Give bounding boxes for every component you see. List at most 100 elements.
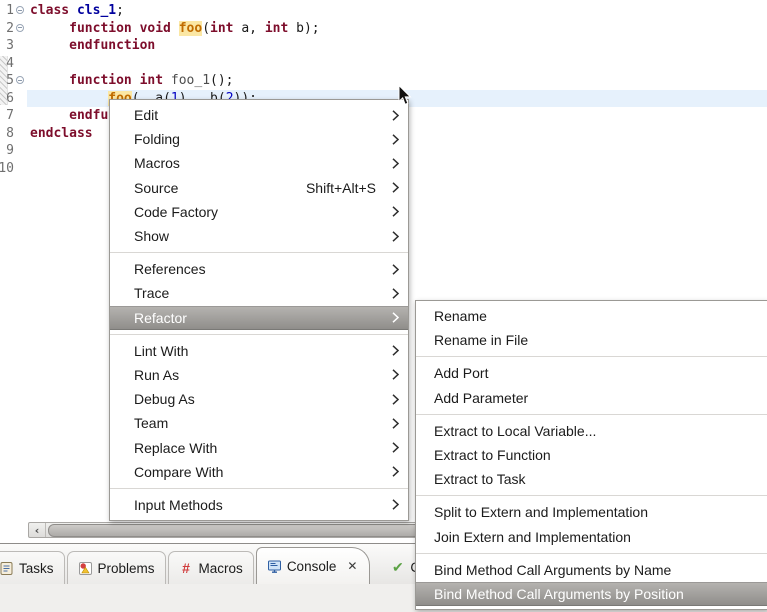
menu-item-folding[interactable]: Folding xyxy=(110,127,408,151)
fold-marker-icon[interactable] xyxy=(16,6,24,14)
ide-window: 1 2 3 4 5 6 7 8 9 10 class cls_1; function void f… xyxy=(0,0,767,612)
gutter-row: 1 xyxy=(0,2,27,20)
menu-item-source[interactable]: Source Shift+Alt+S xyxy=(110,176,408,200)
code-line[interactable]: function void foo(int a, int b); xyxy=(30,20,767,38)
code-token: b); xyxy=(288,20,320,36)
menu-item-extract-to-function[interactable]: Extract to Function xyxy=(416,443,767,467)
menu-item-code-factory[interactable]: Code Factory xyxy=(110,200,408,224)
menu-separator xyxy=(416,495,767,497)
code-token: a, xyxy=(233,20,265,36)
menu-separator xyxy=(416,552,767,554)
menu-item-lint-with[interactable]: Lint With xyxy=(110,339,408,363)
menu-item-bind-method-call-arguments-by-position[interactable]: Bind Method Call Arguments by Position xyxy=(416,581,767,607)
menu-item-bind-method-call-arguments-by-name[interactable]: Bind Method Call Arguments by Name xyxy=(416,558,767,582)
menu-item-edit[interactable]: Edit xyxy=(110,103,408,127)
close-icon[interactable]: ✕ xyxy=(347,560,357,572)
menu-item-label: Add Port xyxy=(434,365,489,382)
gutter-row: 4 xyxy=(0,55,27,73)
menu-separator xyxy=(110,487,408,489)
submenu-arrow-icon xyxy=(392,182,399,193)
menu-item-compare-with[interactable]: Compare With xyxy=(110,460,408,484)
code-line[interactable]: class cls_1; xyxy=(30,2,767,20)
menu-item-label: Extract to Local Variable... xyxy=(434,422,597,439)
menu-item-team[interactable]: Team xyxy=(110,411,408,435)
tab-problems[interactable]: Problems xyxy=(66,551,166,584)
mouse-cursor-icon xyxy=(398,84,412,111)
code-token: foo xyxy=(178,20,203,36)
tab-label: Macros xyxy=(198,560,243,576)
code-token: function int xyxy=(69,73,171,88)
submenu-arrow-icon xyxy=(392,442,399,453)
menu-item-trace[interactable]: Trace xyxy=(110,281,408,305)
line-number: 5 xyxy=(6,73,14,88)
code-line[interactable] xyxy=(30,55,767,73)
menu-item-label: Bind Method Call Arguments by Name xyxy=(434,561,672,578)
code-token: ; xyxy=(116,3,124,18)
menu-item-extract-to-task[interactable]: Extract to Task xyxy=(416,467,767,491)
menu-item-label: Bind Method Call Arguments by Position xyxy=(434,585,684,602)
menu-item-input-methods[interactable]: Input Methods xyxy=(110,493,408,517)
code-token: foo_1 xyxy=(170,73,211,88)
submenu-arrow-icon xyxy=(392,263,399,275)
line-number: 1 xyxy=(6,3,14,18)
line-number: 8 xyxy=(6,125,14,141)
line-number: 10 xyxy=(0,160,14,176)
tab-console[interactable]: Console ✕ xyxy=(255,547,371,584)
submenu-arrow-icon xyxy=(392,393,399,405)
scroll-left-button[interactable]: ‹ xyxy=(29,523,46,537)
menu-item-label: Show xyxy=(134,228,170,245)
menu-item-label: References xyxy=(134,261,206,278)
menu-item-label: Source xyxy=(134,179,179,196)
submenu-arrow-icon xyxy=(392,109,399,121)
gutter-row: 3 xyxy=(0,37,27,55)
fold-marker-icon[interactable] xyxy=(16,76,24,84)
menu-item-macros[interactable]: Macros xyxy=(110,151,408,175)
code-line[interactable]: endfunction xyxy=(30,37,767,55)
code-token: (); xyxy=(210,73,234,88)
menu-item-join-extern-and-implementation[interactable]: Join Extern and Implementation xyxy=(416,525,767,549)
menu-item-label: Input Methods xyxy=(134,496,223,513)
gutter: 1 2 3 4 5 6 7 8 9 10 xyxy=(0,2,27,177)
tab-tasks[interactable]: Tasks xyxy=(0,551,65,584)
menu-item-rename[interactable]: Rename xyxy=(416,304,767,328)
menu-item-add-port[interactable]: Add Port xyxy=(416,361,767,385)
menu-item-debug-as[interactable]: Debug As xyxy=(110,387,408,411)
menu-item-extract-to-local-variable[interactable]: Extract to Local Variable... xyxy=(416,419,767,443)
menu-item-refactor[interactable]: Refactor xyxy=(110,305,408,330)
gutter-row: 8 xyxy=(0,125,27,143)
fold-marker-icon[interactable] xyxy=(16,23,24,32)
tab-label: Problems xyxy=(97,560,155,576)
menu-item-rename-in-file[interactable]: Rename in File xyxy=(416,328,767,352)
tab-macros[interactable]: # Macros xyxy=(167,551,254,584)
menu-item-label: Macros xyxy=(134,155,180,172)
menu-item-label: Replace With xyxy=(134,439,218,456)
menu-item-label: Rename in File xyxy=(434,332,529,349)
submenu-arrow-icon xyxy=(392,206,399,218)
menu-item-references[interactable]: References xyxy=(110,257,408,281)
menu-item-add-parameter[interactable]: Add Parameter xyxy=(416,386,767,410)
menu-separator xyxy=(416,413,767,415)
line-number: 6 xyxy=(6,90,14,106)
hash-icon: # xyxy=(179,560,194,576)
menu-item-label: Split to Extern and Implementation xyxy=(434,504,649,521)
menu-item-split-to-extern-and-implementation[interactable]: Split to Extern and Implementation xyxy=(416,500,767,524)
gutter-row: 7 xyxy=(0,107,27,125)
menu-item-show[interactable]: Show xyxy=(110,224,408,248)
line-number: 3 xyxy=(6,38,14,53)
submenu-arrow-icon xyxy=(392,288,399,299)
menu-item-replace-with[interactable]: Replace With xyxy=(110,435,408,459)
gutter-row: 9 xyxy=(0,142,27,160)
submenu-arrow-icon xyxy=(392,418,399,429)
menu-item-label: Rename xyxy=(434,308,487,325)
gutter-row: 6 xyxy=(0,90,27,108)
menu-item-label: Debug As xyxy=(134,391,195,408)
submenu-arrow-icon xyxy=(392,369,399,381)
submenu-arrow-icon xyxy=(392,312,399,323)
menu-item-label: Edit xyxy=(134,107,159,124)
menu-item-run-as[interactable]: Run As xyxy=(110,363,408,387)
code-token: class xyxy=(30,3,77,18)
code-token: int xyxy=(264,20,289,36)
